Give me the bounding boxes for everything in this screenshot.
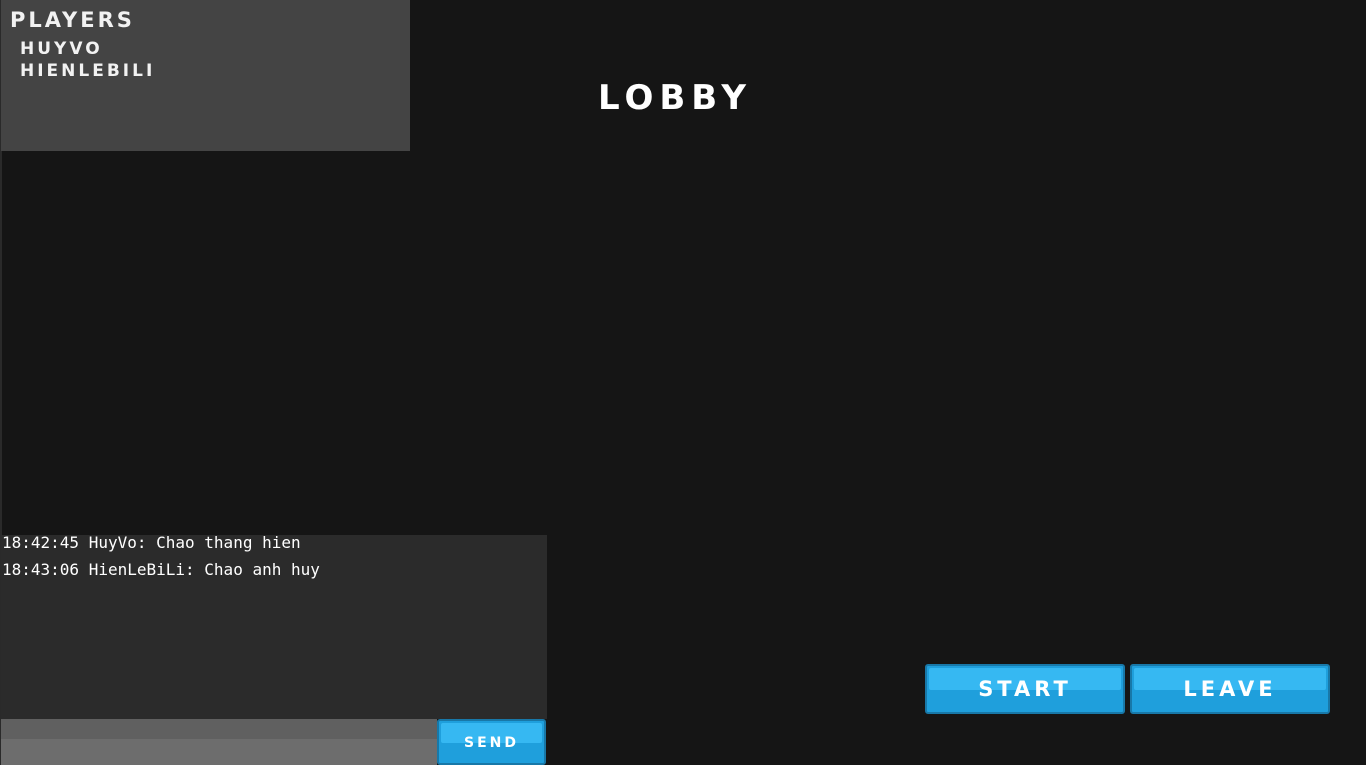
chat-message: 18:42:45 HuyVo: Chao thang hien [2, 533, 301, 552]
chat-message: 18:43:06 HienLeBiLi: Chao anh huy [2, 560, 320, 579]
start-button[interactable]: Start [925, 664, 1125, 714]
send-button-label: Send [464, 735, 519, 751]
lobby-screen: Players HuyVo HienLeBiLi Lobby 18:42:45 … [0, 0, 1366, 765]
players-title: Players [10, 8, 135, 32]
lobby-title: Lobby [598, 78, 752, 118]
chat-log[interactable]: 18:42:45 HuyVo: Chao thang hien 18:43:06… [1, 533, 547, 719]
player-item: HuyVo [20, 39, 103, 59]
start-button-label: Start [978, 677, 1072, 701]
send-button[interactable]: Send [437, 719, 546, 765]
leave-button[interactable]: Leave [1130, 664, 1330, 714]
players-panel: Players HuyVo HienLeBiLi [1, 0, 410, 151]
player-item: HienLeBiLi [20, 61, 156, 81]
leave-button-label: Leave [1183, 677, 1277, 701]
players-list: HuyVo HienLeBiLi [20, 38, 155, 82]
chat-input[interactable] [1, 719, 437, 765]
